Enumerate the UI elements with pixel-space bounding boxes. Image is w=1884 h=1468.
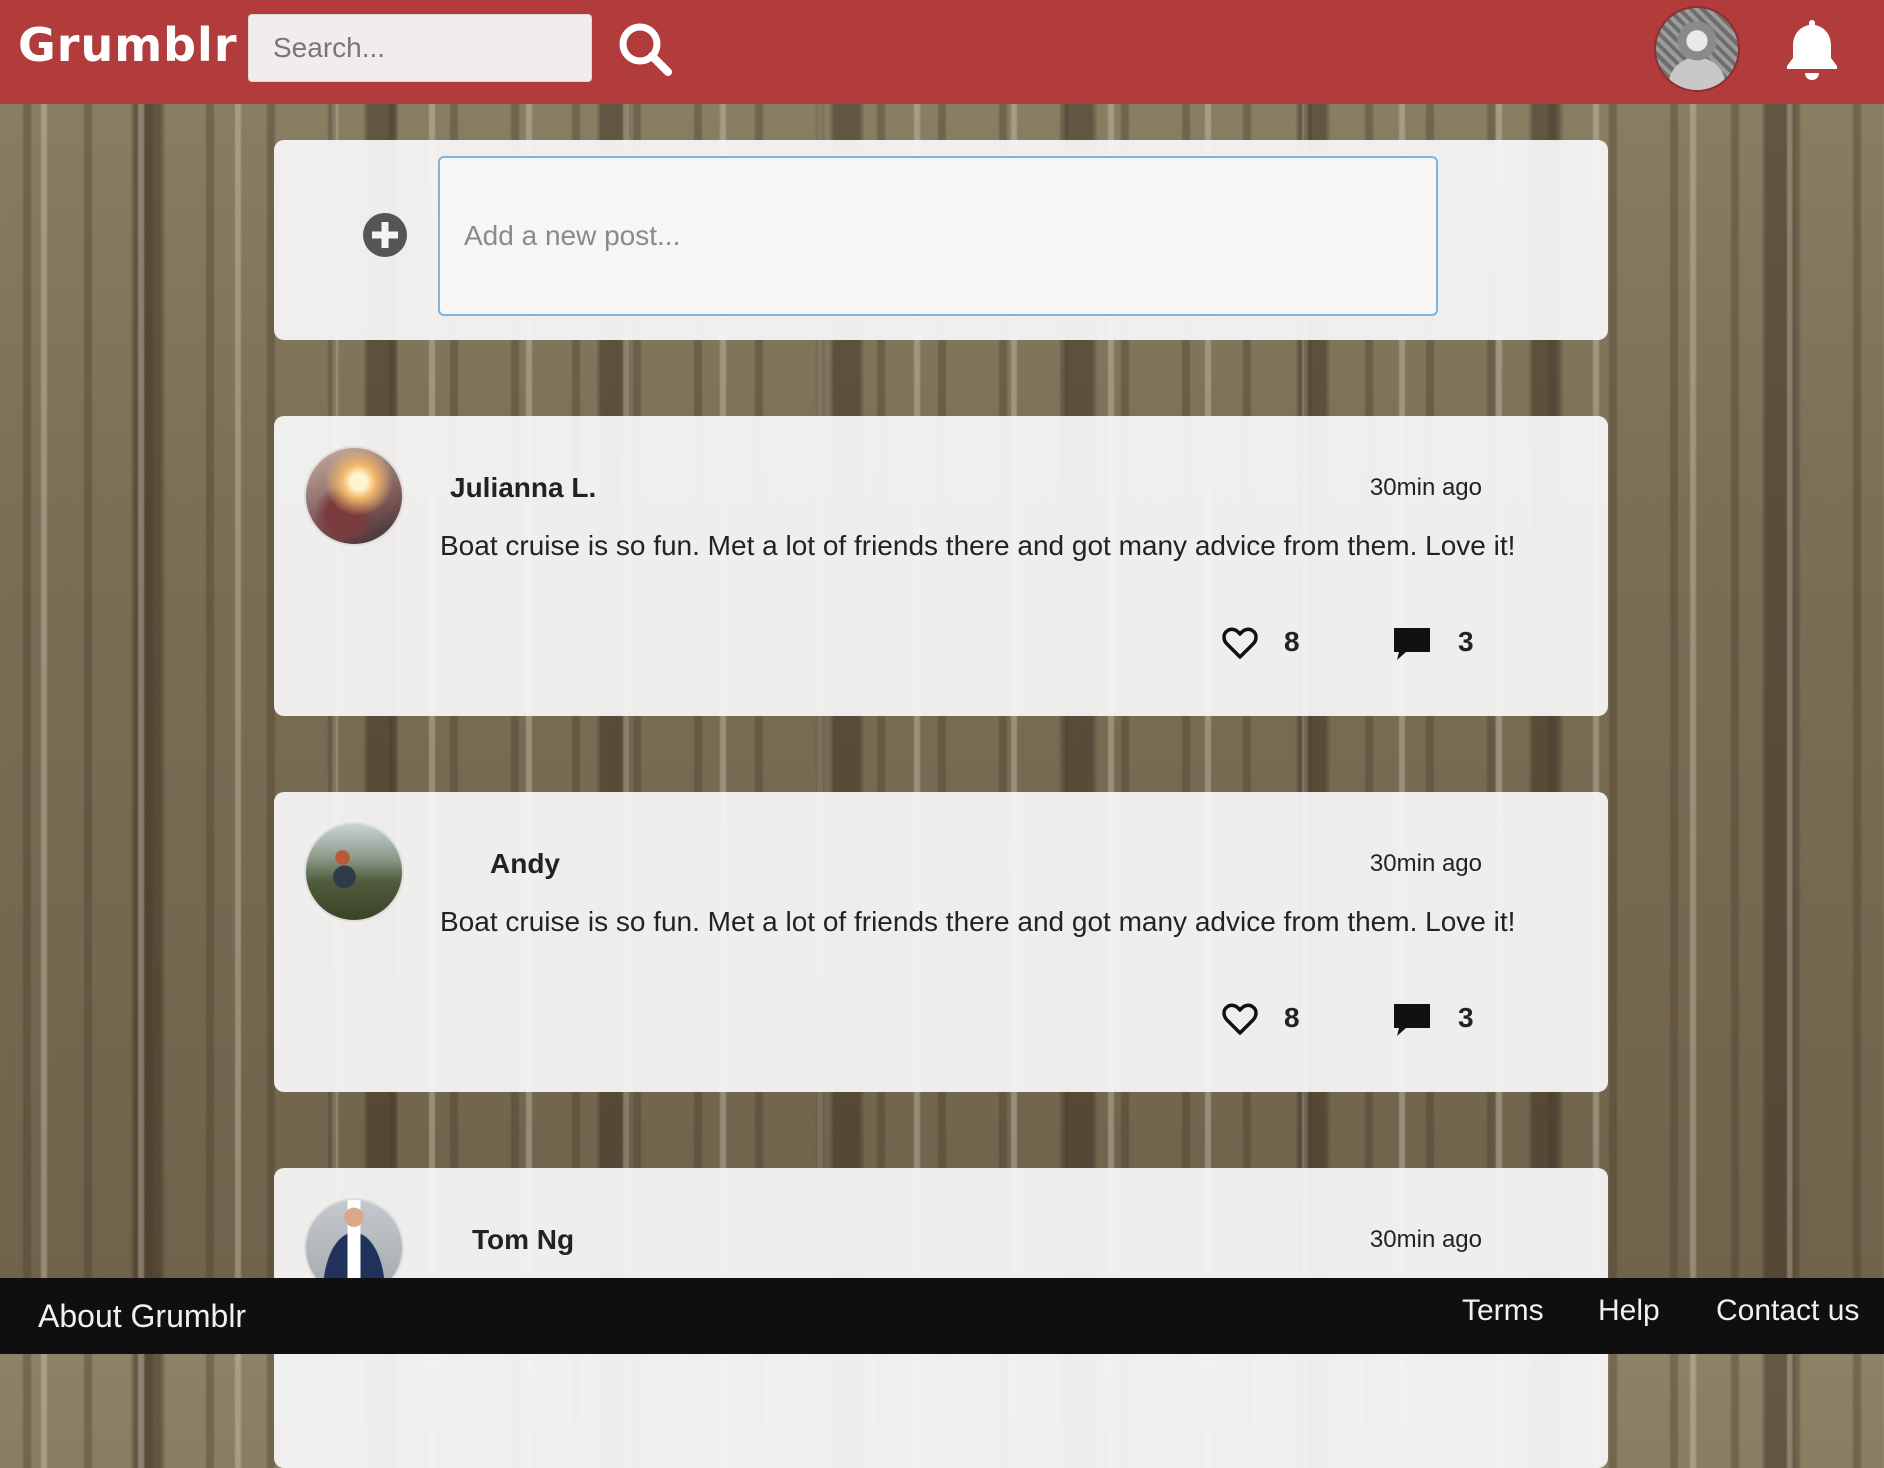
like-count: 8 <box>1284 1002 1300 1033</box>
speech-bubble-icon <box>1394 1004 1430 1036</box>
search-button[interactable] <box>614 18 678 82</box>
new-post-card <box>274 140 1608 340</box>
bell-icon <box>1787 20 1837 80</box>
author-name[interactable]: Andy <box>490 848 560 880</box>
speech-bubble-icon <box>1394 628 1430 660</box>
add-post-button[interactable] <box>362 212 408 258</box>
about-link[interactable]: About Grumblr <box>38 1298 246 1335</box>
author-avatar[interactable] <box>304 446 404 546</box>
author-avatar[interactable] <box>304 822 404 922</box>
heart-outline-icon <box>1222 1003 1258 1035</box>
terms-link[interactable]: Terms <box>1462 1294 1544 1328</box>
comment-button[interactable] <box>1392 626 1432 662</box>
user-avatar[interactable] <box>1654 6 1740 92</box>
search-icon <box>619 23 672 76</box>
search-input[interactable] <box>248 14 592 82</box>
like-button[interactable] <box>1222 626 1258 660</box>
post-card: Andy 30min ago Boat cruise is so fun. Me… <box>274 792 1608 1092</box>
help-link[interactable]: Help <box>1598 1294 1660 1328</box>
comment-count: 3 <box>1458 626 1474 657</box>
author-name[interactable]: Tom Ng <box>472 1224 574 1256</box>
post-timestamp: 30min ago <box>1369 1226 1482 1253</box>
post-card: Julianna L. 30min ago Boat cruise is so … <box>274 416 1608 716</box>
post-body: Boat cruise is so fun. Met a lot of frie… <box>440 530 1516 561</box>
top-navbar: Grumblr <box>0 0 1884 104</box>
comment-button[interactable] <box>1392 1002 1432 1038</box>
footer: About Grumblr Terms Help Contact us <box>0 1278 1884 1354</box>
contact-link[interactable]: Contact us <box>1716 1294 1859 1328</box>
post-timestamp: 30min ago <box>1369 474 1482 501</box>
new-post-input[interactable] <box>438 156 1438 316</box>
like-count: 8 <box>1284 626 1300 657</box>
notifications-button[interactable] <box>1782 16 1842 82</box>
heart-outline-icon <box>1222 627 1258 659</box>
post-timestamp: 30min ago <box>1369 850 1482 877</box>
like-button[interactable] <box>1222 1002 1258 1036</box>
author-name[interactable]: Julianna L. <box>450 472 596 504</box>
plus-circle-icon <box>363 213 407 257</box>
post-body: Boat cruise is so fun. Met a lot of frie… <box>440 906 1516 937</box>
app-logo[interactable]: Grumblr <box>18 18 238 72</box>
comment-count: 3 <box>1458 1002 1474 1033</box>
